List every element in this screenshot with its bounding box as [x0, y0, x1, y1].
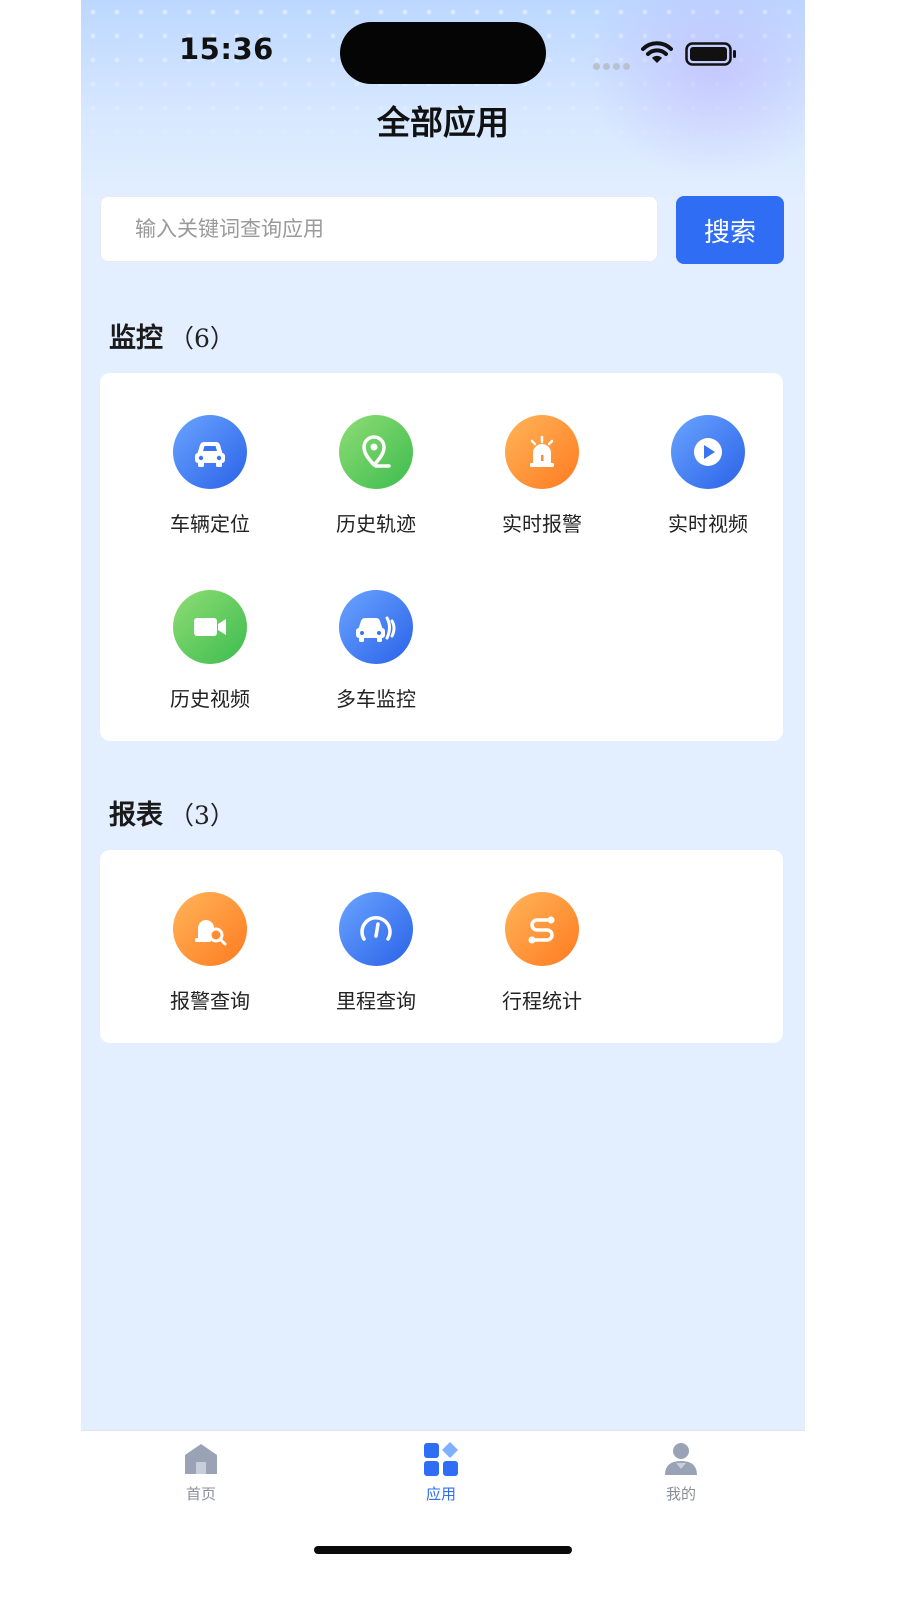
app-label: 历史视频	[170, 687, 250, 711]
alarm-icon	[505, 415, 579, 489]
search-input[interactable]	[100, 196, 658, 262]
app-label: 历史轨迹	[336, 512, 416, 536]
bottom-tab-bar: 首页 应用 我的	[81, 1430, 805, 1600]
app-label: 多车监控	[336, 687, 416, 711]
app-label: 报警查询	[170, 989, 250, 1013]
app-realtime-alarm[interactable]: 实时报警	[459, 415, 625, 565]
battery-icon	[685, 42, 736, 66]
section-title-text: 监控	[109, 323, 163, 354]
app-vehicle-location[interactable]: 车辆定位	[127, 415, 293, 565]
app-trip-statistics[interactable]: 行程统计	[459, 892, 625, 1042]
speedometer-icon	[339, 892, 413, 966]
section-title-text: 报表	[109, 800, 163, 831]
search-button[interactable]: 搜索	[676, 196, 784, 264]
app-label: 实时报警	[502, 512, 582, 536]
monitor-apps-card: 车辆定位 历史轨迹 实时报警 实时视频 历史视频 多车监控	[100, 373, 783, 741]
app-label: 实时视频	[668, 512, 748, 536]
app-history-track[interactable]: 历史轨迹	[293, 415, 459, 565]
reports-apps-card: 报警查询 里程查询 行程统计	[100, 850, 783, 1043]
multi-car-icon	[339, 590, 413, 664]
car-icon	[173, 415, 247, 489]
video-camera-icon	[173, 590, 247, 664]
dynamic-island	[340, 22, 546, 84]
cellular-signal-icon	[593, 55, 633, 70]
app-mileage-query[interactable]: 里程查询	[293, 892, 459, 1042]
app-label: 里程查询	[336, 989, 416, 1013]
apps-grid-icon	[424, 1442, 458, 1476]
app-label: 车辆定位	[170, 512, 250, 536]
tab-label: 我的	[665, 1485, 696, 1503]
app-label: 行程统计	[502, 989, 582, 1013]
app-history-video[interactable]: 历史视频	[127, 590, 293, 740]
home-icon	[185, 1444, 217, 1474]
tab-home[interactable]: 首页	[141, 1441, 261, 1511]
tab-apps[interactable]: 应用	[381, 1441, 501, 1511]
app-screen: 15:36 全部应用 搜索 监控（6）	[81, 0, 805, 1600]
app-realtime-video[interactable]: 实时视频	[625, 415, 791, 565]
route-icon	[505, 892, 579, 966]
alarm-search-icon	[173, 892, 247, 966]
play-icon	[671, 415, 745, 489]
section-title-monitor: 监控 （6）	[109, 316, 235, 355]
section-count: （6）	[169, 324, 235, 353]
map-pin-icon	[339, 415, 413, 489]
app-alarm-query[interactable]: 报警查询	[127, 892, 293, 1042]
user-icon	[665, 1443, 697, 1475]
tab-label: 应用	[425, 1485, 456, 1503]
section-title-reports: 报表 （3）	[109, 793, 235, 832]
tab-label: 首页	[185, 1485, 216, 1503]
status-time: 15:36	[179, 32, 274, 66]
home-indicator	[314, 1546, 572, 1554]
tab-mine[interactable]: 我的	[621, 1441, 741, 1511]
section-count: （3）	[169, 801, 235, 830]
app-multi-vehicle-monitor[interactable]: 多车监控	[293, 590, 459, 740]
wifi-icon	[641, 41, 673, 63]
page-title: 全部应用	[377, 103, 509, 142]
